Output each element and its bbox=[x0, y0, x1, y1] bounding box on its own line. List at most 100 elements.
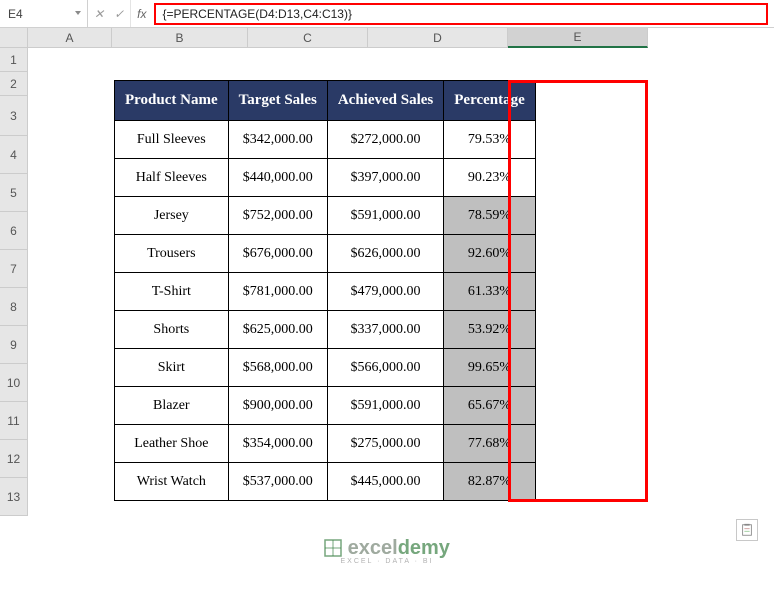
cell[interactable] bbox=[112, 48, 248, 72]
row-head-12[interactable]: 12 bbox=[0, 440, 28, 478]
row-head-9[interactable]: 9 bbox=[0, 326, 28, 364]
cell[interactable] bbox=[28, 250, 112, 288]
cell-pct[interactable]: 65.67% bbox=[444, 387, 536, 425]
row-head-3[interactable]: 3 bbox=[0, 96, 28, 136]
cell[interactable] bbox=[248, 48, 368, 72]
table-row: Shorts$625,000.00$337,000.0053.92% bbox=[115, 311, 536, 349]
formula-input[interactable]: {=PERCENTAGE(D4:D13,C4:C13)} bbox=[154, 3, 768, 25]
formula-bar: E4 ✕ ✓ fx {=PERCENTAGE(D4:D13,C4:C13)} bbox=[0, 0, 774, 28]
cell-pct[interactable]: 92.60% bbox=[444, 235, 536, 273]
col-head-c[interactable]: C bbox=[248, 28, 368, 48]
table-row: Full Sleeves$342,000.00$272,000.0079.53% bbox=[115, 121, 536, 159]
cell[interactable] bbox=[28, 212, 112, 250]
cell-target[interactable]: $440,000.00 bbox=[228, 159, 327, 197]
cell-target[interactable]: $354,000.00 bbox=[228, 425, 327, 463]
cell-product[interactable]: Full Sleeves bbox=[115, 121, 229, 159]
cell[interactable] bbox=[28, 288, 112, 326]
row-head-11[interactable]: 11 bbox=[0, 402, 28, 440]
cell-target[interactable]: $537,000.00 bbox=[228, 463, 327, 501]
cell[interactable] bbox=[28, 364, 112, 402]
table-row: Trousers$676,000.00$626,000.0092.60% bbox=[115, 235, 536, 273]
cell-target[interactable]: $342,000.00 bbox=[228, 121, 327, 159]
cell-pct[interactable]: 78.59% bbox=[444, 197, 536, 235]
th-percentage[interactable]: Percentage bbox=[444, 81, 536, 121]
cell[interactable] bbox=[28, 326, 112, 364]
cell[interactable] bbox=[28, 96, 112, 136]
cell[interactable] bbox=[28, 478, 112, 516]
cell-pct[interactable]: 90.23% bbox=[444, 159, 536, 197]
cell[interactable] bbox=[28, 440, 112, 478]
watermark-tagline: EXCEL · DATA · BI bbox=[0, 558, 774, 565]
cell[interactable] bbox=[368, 48, 508, 72]
cell-pct[interactable]: 61.33% bbox=[444, 273, 536, 311]
row-head-4[interactable]: 4 bbox=[0, 136, 28, 174]
cell-product[interactable]: T-Shirt bbox=[115, 273, 229, 311]
th-product[interactable]: Product Name bbox=[115, 81, 229, 121]
cell-product[interactable]: Wrist Watch bbox=[115, 463, 229, 501]
cell-achieved[interactable]: $566,000.00 bbox=[327, 349, 443, 387]
col-head-a[interactable]: A bbox=[28, 28, 112, 48]
cell[interactable] bbox=[28, 48, 112, 72]
cell-target[interactable]: $568,000.00 bbox=[228, 349, 327, 387]
table-header-row: Product Name Target Sales Achieved Sales… bbox=[115, 81, 536, 121]
cell-product[interactable]: Jersey bbox=[115, 197, 229, 235]
cell[interactable] bbox=[28, 136, 112, 174]
cell-product[interactable]: Blazer bbox=[115, 387, 229, 425]
workbook-icon bbox=[324, 539, 342, 557]
cell-achieved[interactable]: $591,000.00 bbox=[327, 197, 443, 235]
cell-achieved[interactable]: $445,000.00 bbox=[327, 463, 443, 501]
cell-achieved[interactable]: $479,000.00 bbox=[327, 273, 443, 311]
cell-product[interactable]: Half Sleeves bbox=[115, 159, 229, 197]
cell-target[interactable]: $900,000.00 bbox=[228, 387, 327, 425]
cell-pct[interactable]: 53.92% bbox=[444, 311, 536, 349]
cell-product[interactable]: Leather Shoe bbox=[115, 425, 229, 463]
table-row: Half Sleeves$440,000.00$397,000.0090.23% bbox=[115, 159, 536, 197]
row-head-13[interactable]: 13 bbox=[0, 478, 28, 516]
cell-product[interactable]: Trousers bbox=[115, 235, 229, 273]
row-head-10[interactable]: 10 bbox=[0, 364, 28, 402]
cell-product[interactable]: Skirt bbox=[115, 349, 229, 387]
row-head-5[interactable]: 5 bbox=[0, 174, 28, 212]
row-head-2[interactable]: 2 bbox=[0, 72, 28, 96]
row-head-7[interactable]: 7 bbox=[0, 250, 28, 288]
cell-achieved[interactable]: $275,000.00 bbox=[327, 425, 443, 463]
cell[interactable] bbox=[28, 72, 112, 96]
cell-product[interactable]: Shorts bbox=[115, 311, 229, 349]
cell[interactable] bbox=[508, 48, 648, 72]
cell[interactable] bbox=[28, 402, 112, 440]
cell-pct[interactable]: 79.53% bbox=[444, 121, 536, 159]
cell-achieved[interactable]: $337,000.00 bbox=[327, 311, 443, 349]
table-row: Blazer$900,000.00$591,000.0065.67% bbox=[115, 387, 536, 425]
cell-pct[interactable]: 99.65% bbox=[444, 349, 536, 387]
watermark-text-b: demy bbox=[398, 537, 450, 559]
cell-achieved[interactable]: $272,000.00 bbox=[327, 121, 443, 159]
cell-target[interactable]: $781,000.00 bbox=[228, 273, 327, 311]
cell-achieved[interactable]: $591,000.00 bbox=[327, 387, 443, 425]
cell-target[interactable]: $752,000.00 bbox=[228, 197, 327, 235]
th-target[interactable]: Target Sales bbox=[228, 81, 327, 121]
col-head-b[interactable]: B bbox=[112, 28, 248, 48]
table-row: Jersey$752,000.00$591,000.0078.59% bbox=[115, 197, 536, 235]
data-table: Product Name Target Sales Achieved Sales… bbox=[114, 80, 536, 501]
fx-icon[interactable]: fx bbox=[131, 7, 152, 21]
col-head-e[interactable]: E bbox=[508, 28, 648, 48]
cell-pct[interactable]: 82.87% bbox=[444, 463, 536, 501]
watermark-text-a: excel bbox=[348, 537, 398, 559]
cancel-icon[interactable]: ✕ bbox=[94, 7, 104, 21]
enter-icon[interactable]: ✓ bbox=[114, 7, 124, 21]
table-row: Wrist Watch$537,000.00$445,000.0082.87% bbox=[115, 463, 536, 501]
row-head-8[interactable]: 8 bbox=[0, 288, 28, 326]
paste-options-button[interactable] bbox=[736, 519, 758, 541]
cell-pct[interactable]: 77.68% bbox=[444, 425, 536, 463]
th-achieved[interactable]: Achieved Sales bbox=[327, 81, 443, 121]
cell[interactable] bbox=[28, 174, 112, 212]
cell-target[interactable]: $676,000.00 bbox=[228, 235, 327, 273]
cell-achieved[interactable]: $626,000.00 bbox=[327, 235, 443, 273]
col-head-d[interactable]: D bbox=[368, 28, 508, 48]
cell-achieved[interactable]: $397,000.00 bbox=[327, 159, 443, 197]
name-box[interactable]: E4 bbox=[0, 0, 88, 27]
select-all-corner[interactable] bbox=[0, 28, 28, 48]
cell-target[interactable]: $625,000.00 bbox=[228, 311, 327, 349]
row-head-1[interactable]: 1 bbox=[0, 48, 28, 72]
row-head-6[interactable]: 6 bbox=[0, 212, 28, 250]
